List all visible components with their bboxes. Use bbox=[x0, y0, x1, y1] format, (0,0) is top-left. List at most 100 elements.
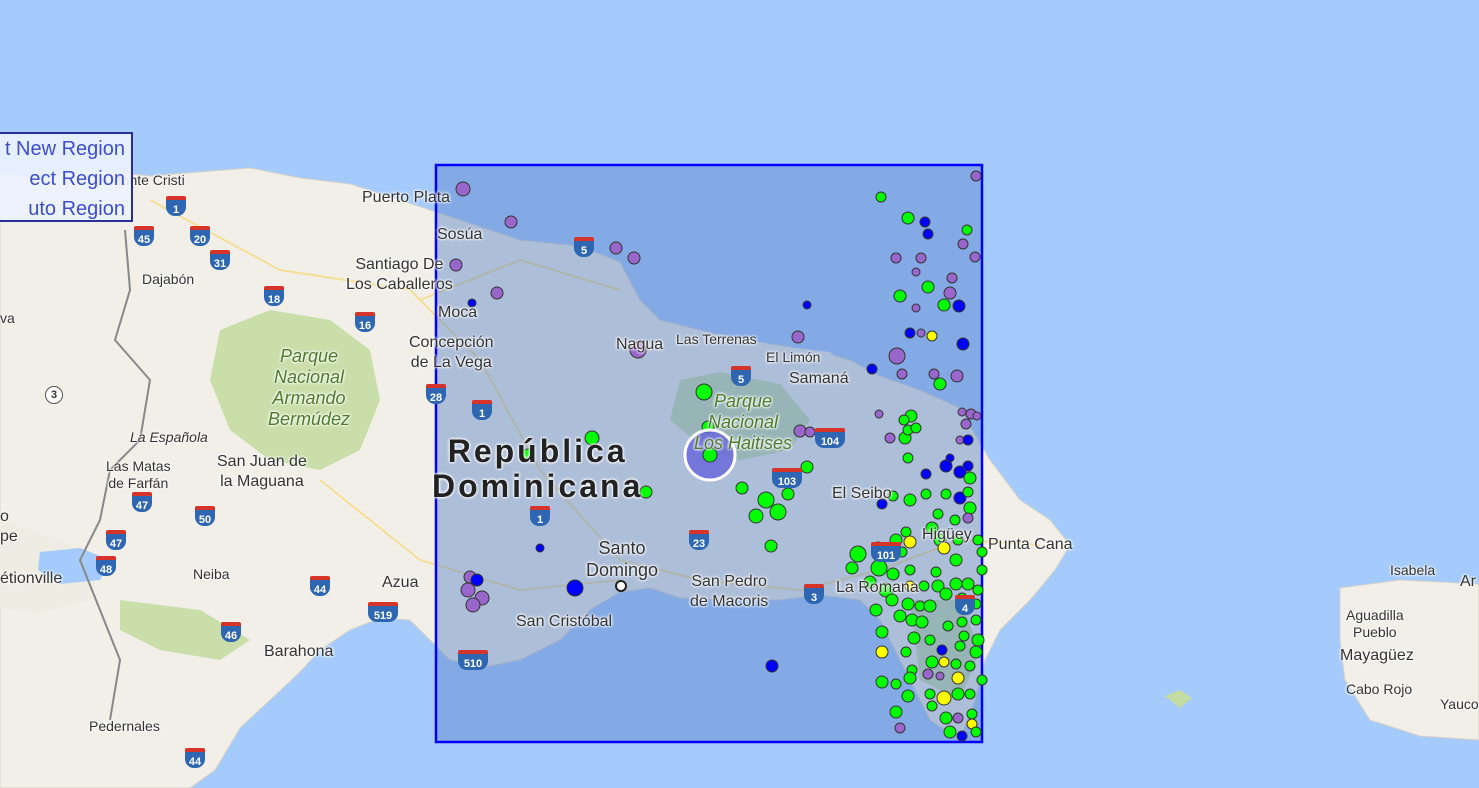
earthquake-marker[interactable] bbox=[901, 211, 915, 225]
earthquake-marker[interactable] bbox=[939, 711, 953, 725]
earthquake-marker[interactable] bbox=[884, 432, 896, 444]
auto-region-button[interactable]: uto Region bbox=[0, 194, 131, 224]
earthquake-marker[interactable] bbox=[957, 238, 969, 250]
earthquake-marker[interactable] bbox=[938, 656, 950, 668]
earthquake-marker[interactable] bbox=[896, 368, 908, 380]
earthquake-marker[interactable] bbox=[465, 597, 481, 613]
earthquake-marker[interactable] bbox=[935, 671, 945, 681]
earthquake-marker[interactable] bbox=[960, 418, 972, 430]
earthquake-marker[interactable] bbox=[972, 534, 984, 546]
earthquake-marker[interactable] bbox=[949, 577, 963, 591]
earthquake-marker[interactable] bbox=[962, 512, 974, 524]
earthquake-marker[interactable] bbox=[921, 280, 935, 294]
earthquake-marker[interactable] bbox=[961, 577, 975, 591]
earthquake-marker[interactable] bbox=[956, 730, 968, 742]
earthquake-marker[interactable] bbox=[924, 688, 936, 700]
earthquake-marker[interactable] bbox=[915, 252, 927, 264]
earthquake-marker[interactable] bbox=[890, 252, 902, 264]
earthquake-marker[interactable] bbox=[910, 422, 922, 434]
earthquake-marker[interactable] bbox=[976, 674, 988, 686]
earthquake-marker[interactable] bbox=[933, 377, 947, 391]
earthquake-marker[interactable] bbox=[971, 633, 985, 647]
earthquake-marker[interactable] bbox=[888, 347, 906, 365]
earthquake-marker[interactable] bbox=[943, 286, 957, 300]
earthquake-marker[interactable] bbox=[869, 603, 883, 617]
earthquake-marker[interactable] bbox=[954, 640, 966, 652]
earthquake-marker[interactable] bbox=[903, 671, 917, 685]
earthquake-marker[interactable] bbox=[901, 597, 915, 611]
earthquake-marker[interactable] bbox=[962, 460, 974, 472]
earthquake-marker[interactable] bbox=[924, 634, 936, 646]
earthquake-marker[interactable] bbox=[943, 725, 957, 739]
earthquake-marker[interactable] bbox=[893, 609, 907, 623]
earthquake-marker[interactable] bbox=[932, 508, 944, 520]
earthquake-marker[interactable] bbox=[800, 460, 814, 474]
earthquake-marker[interactable] bbox=[875, 191, 887, 203]
earthquake-marker[interactable] bbox=[470, 573, 484, 587]
earthquake-marker[interactable] bbox=[757, 491, 775, 509]
earthquake-marker[interactable] bbox=[919, 216, 931, 228]
earthquake-marker[interactable] bbox=[951, 671, 965, 685]
earthquake-marker[interactable] bbox=[976, 546, 988, 558]
earthquake-marker[interactable] bbox=[900, 646, 912, 658]
earthquake-marker[interactable] bbox=[963, 501, 977, 515]
earthquake-marker[interactable] bbox=[928, 368, 940, 380]
earthquake-marker[interactable] bbox=[958, 630, 970, 642]
earthquake-marker[interactable] bbox=[946, 272, 958, 284]
earthquake-marker[interactable] bbox=[566, 579, 584, 597]
earthquake-marker[interactable] bbox=[970, 614, 982, 626]
earthquake-marker[interactable] bbox=[937, 298, 951, 312]
earthquake-marker[interactable] bbox=[915, 615, 929, 629]
earthquake-marker[interactable] bbox=[609, 241, 623, 255]
earthquake-marker[interactable] bbox=[952, 712, 964, 724]
earthquake-marker[interactable] bbox=[918, 580, 930, 592]
earthquake-marker[interactable] bbox=[902, 452, 914, 464]
earthquake-marker[interactable] bbox=[535, 543, 545, 553]
earthquake-marker[interactable] bbox=[735, 481, 749, 495]
earthquake-marker[interactable] bbox=[875, 625, 889, 639]
earthquake-marker[interactable] bbox=[901, 689, 915, 703]
earthquake-marker[interactable] bbox=[845, 561, 859, 575]
earthquake-marker[interactable] bbox=[942, 620, 954, 632]
earthquake-marker[interactable] bbox=[961, 224, 973, 236]
earthquake-marker[interactable] bbox=[504, 215, 518, 229]
earthquake-marker[interactable] bbox=[893, 289, 907, 303]
earthquake-marker[interactable] bbox=[956, 337, 970, 351]
earthquake-marker[interactable] bbox=[949, 514, 961, 526]
earthquake-marker[interactable] bbox=[957, 407, 967, 417]
earthquake-marker[interactable] bbox=[920, 488, 932, 500]
earthquake-marker[interactable] bbox=[970, 726, 982, 738]
earthquake-marker[interactable] bbox=[969, 645, 983, 659]
earthquake-marker[interactable] bbox=[970, 170, 982, 182]
earthquake-marker[interactable] bbox=[875, 645, 889, 659]
earthquake-marker[interactable] bbox=[748, 508, 764, 524]
earthquake-marker[interactable] bbox=[920, 468, 932, 480]
earthquake-marker[interactable] bbox=[926, 700, 938, 712]
earthquake-marker[interactable] bbox=[950, 658, 962, 670]
earthquake-marker[interactable] bbox=[936, 690, 952, 706]
earthquake-marker[interactable] bbox=[940, 488, 952, 500]
select-region-button[interactable]: ect Region bbox=[0, 164, 131, 194]
earthquake-marker[interactable] bbox=[962, 486, 974, 498]
earthquake-marker[interactable] bbox=[889, 705, 903, 719]
earthquake-marker[interactable] bbox=[890, 678, 902, 690]
earthquake-marker[interactable] bbox=[874, 409, 884, 419]
earthquake-marker[interactable] bbox=[460, 582, 476, 598]
earthquake-marker[interactable] bbox=[972, 411, 982, 421]
earthquake-marker[interactable] bbox=[627, 251, 641, 265]
earthquake-marker[interactable] bbox=[922, 228, 934, 240]
earthquake-marker[interactable] bbox=[911, 267, 921, 277]
earthquake-marker[interactable] bbox=[904, 327, 916, 339]
earthquake-marker[interactable] bbox=[926, 330, 938, 342]
earthquake-marker[interactable] bbox=[966, 708, 978, 720]
earthquake-marker[interactable] bbox=[802, 300, 812, 310]
earthquake-marker[interactable] bbox=[930, 566, 942, 578]
earthquake-marker[interactable] bbox=[875, 675, 889, 689]
earthquake-marker[interactable] bbox=[956, 616, 968, 628]
earthquake-marker[interactable] bbox=[922, 668, 934, 680]
earthquake-marker[interactable] bbox=[952, 299, 966, 313]
new-region-button[interactable]: t New Region bbox=[0, 134, 131, 164]
earthquake-marker[interactable] bbox=[916, 328, 926, 338]
earthquake-marker[interactable] bbox=[949, 553, 963, 567]
earthquake-marker[interactable] bbox=[936, 644, 948, 656]
